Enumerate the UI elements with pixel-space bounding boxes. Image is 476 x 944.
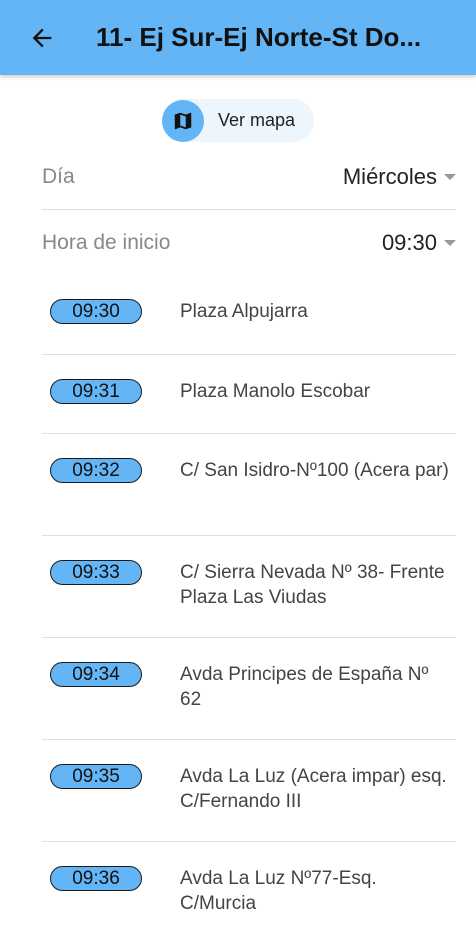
stop-name: C/ San Isidro-Nº100 (Acera par) — [180, 460, 449, 481]
start-time-dropdown[interactable]: 09:30 — [382, 230, 456, 256]
day-row: Día Miércoles — [42, 158, 456, 196]
day-value: Miércoles — [342, 164, 437, 189]
time-badge: 09:33 — [50, 560, 142, 585]
time-badge: 09:35 — [50, 764, 142, 789]
app-bar: 11- Ej Sur-Ej Norte-St Do... — [0, 0, 476, 75]
back-button[interactable] — [22, 18, 62, 58]
time-badge: 09:31 — [50, 379, 142, 404]
list-item[interactable]: 09:36 Avda La Luz Nº77-Esq. C/Murcia — [42, 842, 456, 944]
dropdown-arrow-icon — [444, 174, 456, 180]
time-badge: 09:30 — [50, 299, 142, 324]
view-map-button[interactable]: Ver mapa — [162, 99, 314, 142]
stop-name: Plaza Alpujarra — [180, 301, 308, 322]
start-time-label: Hora de inicio — [42, 231, 171, 254]
day-label: Día — [42, 165, 75, 188]
time-badge: 09:36 — [50, 866, 142, 891]
list-item[interactable]: 09:32 C/ San Isidro-Nº100 (Acera par) — [42, 434, 456, 536]
stop-name: Avda La Luz Nº77-Esq. C/Murcia — [180, 868, 377, 914]
list-item[interactable]: 09:33 C/ Sierra Nevada Nº 38- Frente Pla… — [42, 536, 456, 638]
list-item[interactable]: 09:30 Plaza Alpujarra — [42, 275, 456, 355]
list-item[interactable]: 09:31 Plaza Manolo Escobar — [42, 355, 456, 434]
stop-name: Plaza Manolo Escobar — [180, 381, 371, 402]
stop-name: Avda La Luz (Acera impar) esq. C/Fernand… — [180, 766, 447, 812]
view-map-label: Ver mapa — [218, 110, 296, 130]
dropdown-arrow-icon — [444, 240, 456, 246]
stop-name: Avda Principes de España Nº 62 — [180, 664, 429, 710]
start-time-value: 09:30 — [381, 230, 437, 255]
list-item[interactable]: 09:34 Avda Principes de España Nº 62 — [42, 638, 456, 740]
stop-name: C/ Sierra Nevada Nº 38- Frente Plaza Las… — [180, 562, 445, 608]
start-time-row: Hora de inicio 09:30 — [42, 224, 456, 262]
map-icon — [162, 99, 204, 142]
arrow-back-icon — [32, 28, 52, 47]
page-title: 11- Ej Sur-Ej Norte-St Do... — [96, 22, 422, 52]
divider — [42, 209, 456, 210]
day-dropdown[interactable]: Miércoles — [343, 164, 456, 190]
time-badge: 09:34 — [50, 662, 142, 687]
time-badge: 09:32 — [50, 458, 142, 483]
list-item[interactable]: 09:35 Avda La Luz (Acera impar) esq. C/F… — [42, 740, 456, 842]
